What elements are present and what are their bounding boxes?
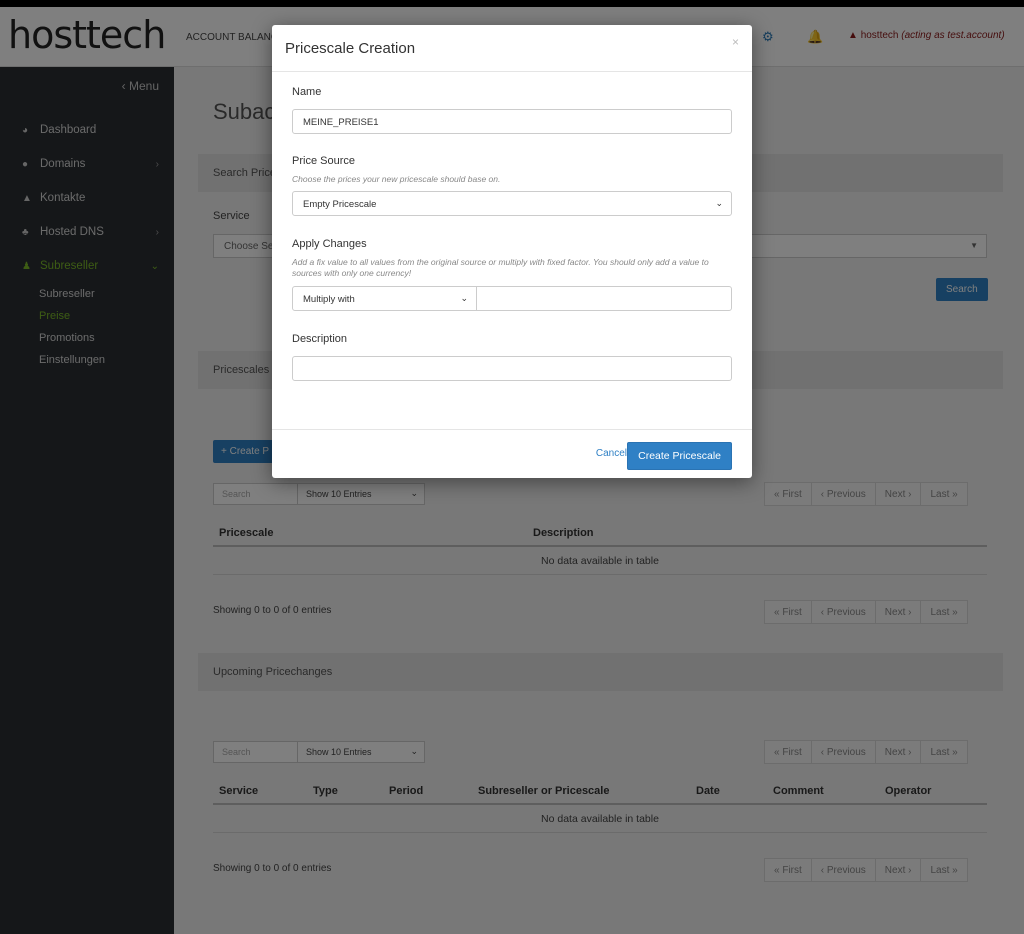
price-source-select[interactable]: Empty Pricescale ⌄ [292,191,732,216]
chevron-down-icon: ⌄ [460,293,468,303]
pricescale-creation-modal: Pricescale Creation × Name MEINE_PREISE1… [272,25,752,478]
name-field[interactable]: MEINE_PREISE1 [292,109,732,134]
close-icon[interactable]: × [732,35,739,49]
description-field[interactable] [292,356,732,381]
cancel-button[interactable]: Cancel [596,448,627,459]
change-value-input[interactable] [476,286,732,311]
modal-footer: Cancel Create Pricescale [272,429,752,478]
apply-changes-help: Add a fix value to all values from the o… [292,257,709,278]
price-source-label: Price Source [292,155,355,167]
create-pricescale-submit[interactable]: Create Pricescale [627,442,732,470]
chevron-down-icon: ⌄ [715,198,723,208]
name-label: Name [292,86,322,98]
modal-title: Pricescale Creation [285,40,416,57]
change-mode-select[interactable]: Multiply with ⌄ [292,286,477,311]
apply-changes-label: Apply Changes [292,238,367,250]
change-mode-value: Multiply with [303,294,355,305]
price-source-value: Empty Pricescale [303,199,377,210]
description-label: Description [292,333,348,345]
price-source-help: Choose the prices your new pricescale sh… [292,174,501,184]
modal-header: Pricescale Creation × [272,25,752,72]
